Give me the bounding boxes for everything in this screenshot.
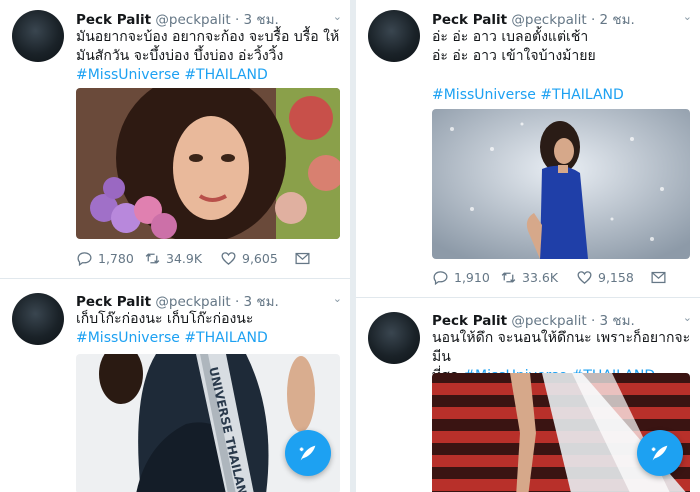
reply-button[interactable]: 1,910 bbox=[432, 269, 490, 286]
heart-icon bbox=[577, 271, 592, 284]
author-name[interactable]: Peck Palit bbox=[76, 12, 151, 28]
like-button[interactable]: 9,605 bbox=[220, 250, 278, 267]
tweet-card[interactable]: Peck Palit @peckpalit · 3 ชม. ⌄ นอนให้ดึ… bbox=[356, 298, 700, 492]
heart-icon bbox=[221, 252, 236, 265]
compose-tweet-icon bbox=[299, 445, 316, 461]
tweet-header: Peck Palit @peckpalit · 3 ชม. bbox=[76, 8, 279, 30]
tweet-text-line: อ่ะ อ่ะ อาว เข้าใจบ้างม้ายย bbox=[432, 48, 596, 64]
retweet-icon bbox=[145, 253, 160, 264]
tweet-card[interactable]: Peck Palit @peckpalit · 3 ชม. ⌄ มันอยากจ… bbox=[0, 0, 350, 279]
compose-tweet-icon bbox=[651, 445, 668, 461]
retweet-button[interactable]: 34.9K bbox=[144, 250, 202, 267]
tweet-text-line: มันอยากจะบ้อง อยากจะก้อง จะบรื้อ บรื้อ ใ… bbox=[76, 29, 340, 45]
tweet-text-line: อ่ะ อ่ะ อาว เบลอตั้งแต่เช้า bbox=[432, 29, 589, 45]
author-name[interactable]: Peck Palit bbox=[76, 294, 151, 310]
tweet-text-line: นอนให้ดึก จะนอนให้ดึกนะ เพราะก็อยากจะมีน bbox=[432, 330, 691, 365]
author-handle[interactable]: @peckpalit bbox=[155, 12, 230, 28]
reply-count: 1,780 bbox=[98, 251, 134, 266]
separator-dot: · bbox=[590, 313, 596, 329]
tweet-media-image[interactable] bbox=[432, 109, 690, 259]
timestamp[interactable]: 3 ชม. bbox=[244, 294, 279, 310]
tweet-hashtags: #MissUniverse #THAILAND bbox=[76, 66, 342, 85]
hashtag-link[interactable]: #MissUniverse bbox=[432, 87, 536, 103]
retweet-count: 34.9K bbox=[166, 251, 203, 266]
chevron-down-icon[interactable]: ⌄ bbox=[333, 292, 342, 305]
author-handle[interactable]: @peckpalit bbox=[511, 313, 586, 329]
retweet-icon bbox=[501, 272, 516, 283]
hashtag-link[interactable]: #THAILAND bbox=[184, 67, 267, 83]
retweet-count: 33.6K bbox=[522, 270, 559, 285]
avatar[interactable] bbox=[368, 10, 420, 62]
like-button[interactable]: 9,158 bbox=[576, 269, 634, 286]
tweet-media-image[interactable] bbox=[76, 88, 340, 239]
direct-message-button[interactable] bbox=[650, 269, 667, 286]
direct-message-button[interactable] bbox=[294, 250, 311, 267]
separator-dot: · bbox=[234, 294, 240, 310]
tweet-hashtags: #MissUniverse #THAILAND bbox=[432, 86, 692, 105]
tweet-card[interactable]: Peck Palit @peckpalit · 2 ชม. ⌄ อ่ะ อ่ะ … bbox=[356, 0, 700, 298]
reply-icon bbox=[433, 271, 448, 286]
envelope-icon bbox=[295, 252, 310, 265]
tweet-text-line: มันสักวัน จะบึ้งบ่อง บึ้งบ่อง อ่ะวิ้งวิ้… bbox=[76, 48, 284, 64]
tweet-text: มันอยากจะบ้อง อยากจะก้อง จะบรื้อ บรื้อ ใ… bbox=[76, 28, 342, 85]
retweet-button[interactable]: 33.6K bbox=[500, 269, 558, 286]
timestamp[interactable]: 2 ชม. bbox=[600, 12, 635, 28]
reply-button[interactable]: 1,780 bbox=[76, 250, 134, 267]
compose-tweet-button[interactable] bbox=[637, 430, 683, 476]
tweet-text-line: เก็บโก๊ะก่องนะ เก็บโก๊ะก่องนะ bbox=[76, 311, 254, 327]
chevron-down-icon[interactable]: ⌄ bbox=[683, 311, 692, 324]
avatar[interactable] bbox=[12, 10, 64, 62]
reply-count: 1,910 bbox=[454, 270, 490, 285]
avatar[interactable] bbox=[12, 293, 64, 345]
avatar[interactable] bbox=[368, 312, 420, 364]
separator-dot: · bbox=[234, 12, 240, 28]
like-count: 9,605 bbox=[242, 251, 278, 266]
tweet-text: อ่ะ อ่ะ อาว เบลอตั้งแต่เช้า อ่ะ อ่ะ อาว … bbox=[432, 28, 692, 105]
stage-photo bbox=[432, 109, 690, 259]
author-handle[interactable]: @peckpalit bbox=[155, 294, 230, 310]
tweet-header: Peck Palit @peckpalit · 3 ชม. bbox=[76, 290, 279, 312]
compose-tweet-button[interactable] bbox=[285, 430, 331, 476]
chevron-down-icon[interactable]: ⌄ bbox=[683, 10, 692, 23]
tweet-card[interactable]: Peck Palit @peckpalit · 3 ชม. ⌄ เก็บโก๊ะ… bbox=[0, 279, 350, 492]
reply-icon bbox=[77, 252, 92, 267]
author-name[interactable]: Peck Palit bbox=[432, 313, 507, 329]
hashtag-link[interactable]: #MissUniverse bbox=[76, 67, 180, 83]
timestamp[interactable]: 3 ชม. bbox=[244, 12, 279, 28]
separator-dot: · bbox=[590, 12, 596, 28]
tweet-hashtags: #MissUniverse #THAILAND bbox=[76, 329, 342, 348]
like-count: 9,158 bbox=[598, 270, 634, 285]
hashtag-link[interactable]: #THAILAND bbox=[540, 87, 623, 103]
tweet-header: Peck Palit @peckpalit · 2 ชม. bbox=[432, 8, 635, 30]
envelope-icon bbox=[651, 271, 666, 284]
tweet-header: Peck Palit @peckpalit · 3 ชม. bbox=[432, 309, 635, 331]
portrait-photo bbox=[76, 88, 340, 239]
tweet-text: เก็บโก๊ะก่องนะ เก็บโก๊ะก่องนะ #MissUnive… bbox=[76, 310, 342, 348]
hashtag-link[interactable]: #THAILAND bbox=[184, 330, 267, 346]
tweet-actions: 1,910 33.6K 9,158 bbox=[432, 269, 690, 289]
timeline-column-right: Peck Palit @peckpalit · 2 ชม. ⌄ อ่ะ อ่ะ … bbox=[356, 0, 700, 492]
hashtag-link[interactable]: #MissUniverse bbox=[76, 330, 180, 346]
author-handle[interactable]: @peckpalit bbox=[511, 12, 586, 28]
timeline-column-left: Peck Palit @peckpalit · 3 ชม. ⌄ มันอยากจ… bbox=[0, 0, 350, 492]
timestamp[interactable]: 3 ชม. bbox=[600, 313, 635, 329]
chevron-down-icon[interactable]: ⌄ bbox=[333, 10, 342, 23]
tweet-actions: 1,780 34.9K 9,605 bbox=[76, 250, 340, 270]
author-name[interactable]: Peck Palit bbox=[432, 12, 507, 28]
